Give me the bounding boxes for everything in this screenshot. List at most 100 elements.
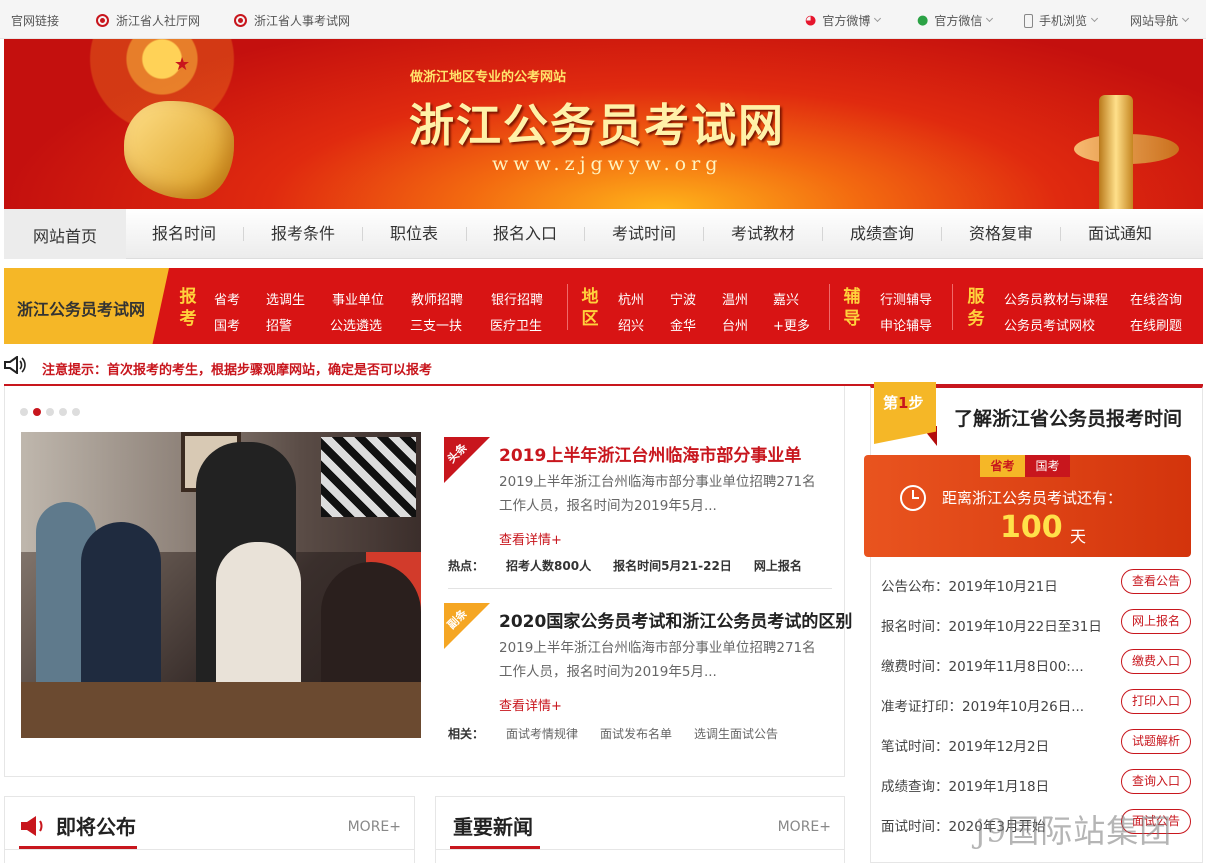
print-button[interactable]: 打印入口 [1121,689,1191,714]
weibo-icon: ◕ [805,13,817,28]
hot-topics: 热点： 招考人数800人 报名时间5月21-22日 网上报名 [448,557,802,574]
nav-exam-time[interactable]: 考试时间 [595,209,693,259]
sub-title[interactable]: 2020国家公务员考试和浙江公务员考试的区别 [499,607,852,632]
tab-national[interactable]: 国考 [1025,455,1070,477]
answers-button[interactable]: 试题解析 [1121,729,1191,754]
related-item[interactable]: 面试发布名单 [600,725,672,742]
quick-link[interactable]: 事业单位 [332,289,384,308]
news-more-link[interactable]: MORE+ [778,819,831,835]
carousel-dot[interactable] [20,408,28,416]
headline-more-link[interactable]: 查看详情+ [499,529,562,548]
nav-signup-entry[interactable]: 报名入口 [476,209,574,259]
photo-floor [21,682,421,738]
weibo-link[interactable]: ◕ 官方微博 [805,12,882,29]
nav-scores[interactable]: 成绩查询 [833,209,931,259]
nav-divider [1060,227,1061,241]
hot-item[interactable]: 报名时间5月21-22日 [613,557,732,574]
quick-link[interactable]: 三支一扶 [410,315,462,334]
quick-link-more[interactable]: +更多 [773,315,810,334]
nav-signup-time[interactable]: 报名时间 [135,209,233,259]
hot-item[interactable]: 招考人数800人 [506,557,591,574]
quick-links-bar: 浙江公务员考试网 报考 省考 选调生 事业单位 教师招聘 银行招聘 国考 招警 … [4,268,1203,344]
quick-link[interactable]: 温州 [722,289,748,308]
nav-interview[interactable]: 面试通知 [1071,209,1169,259]
quick-link[interactable]: 公务员考试网校 [1004,315,1095,334]
quick-link[interactable]: 教师招聘 [411,289,463,308]
related-item[interactable]: 选调生面试公告 [694,725,778,742]
phone-icon [1024,13,1033,28]
exam-schedule-panel: 第1步 了解浙江省公务员报考时间 省考 国考 距离浙江公务员考试还有： 100 … [864,382,1203,863]
countdown-label: 距离浙江公务员考试还有： [942,489,1123,507]
quick-link[interactable]: 宁波 [670,289,696,308]
quick-link[interactable]: 国考 [214,315,240,334]
related-item[interactable]: 面试考情规律 [506,725,578,742]
nav-divider [822,227,823,241]
payment-button[interactable]: 缴费入口 [1121,649,1191,674]
quick-link[interactable]: 公选遴选 [330,315,382,334]
headline-title[interactable]: 2019上半年浙江台州临海市部分事业单 [499,441,801,466]
quick-link[interactable]: 绍兴 [618,315,644,334]
sub-badge: 副条 [444,603,490,649]
quick-link[interactable]: 选调生 [266,289,305,308]
quick-link[interactable]: 申论辅导 [880,315,932,334]
quick-divider [829,284,830,330]
news-title: 重要新闻 [453,815,533,839]
category-apply: 报考 [179,287,197,329]
quick-link[interactable]: 医疗卫生 [490,315,542,334]
link-hrss[interactable]: 浙江省人社厅网 [96,12,200,29]
countdown-unit: 天 [1070,527,1087,546]
view-notice-button[interactable]: 查看公告 [1121,569,1191,594]
link-exam-site[interactable]: 浙江省人事考试网 [234,12,350,29]
nav-positions[interactable]: 职位表 [372,209,456,259]
mobile-link[interactable]: 手机浏览 [1024,12,1099,29]
quick-link[interactable]: 金华 [670,315,696,334]
news-box: 重要新闻 MORE+ [435,796,845,863]
box-divider [436,849,844,850]
hot-item[interactable]: 网上报名 [754,557,802,574]
sub-more-link[interactable]: 查看详情+ [499,695,562,714]
quick-link[interactable]: 银行招聘 [491,289,543,308]
carousel-photo[interactable] [21,432,421,738]
site-logo-title[interactable]: 浙江公务员考试网 [409,89,785,154]
carousel-dot[interactable] [59,408,67,416]
quick-link[interactable]: 台州 [722,315,748,334]
panel-title: 了解浙江省公务员报考时间 [954,408,1183,430]
chevron-down-icon [874,14,882,23]
notice-text: 注意提示：首次报考的考生，根据步骤观摩网站，确定是否可以报考 [42,363,433,378]
quick-link[interactable]: 嘉兴 [773,289,799,308]
box-divider [5,849,414,850]
banner-slogan: 做浙江地区专业的公考网站 [410,70,567,85]
query-button[interactable]: 查询入口 [1121,769,1191,794]
category-region: 地区 [581,287,599,329]
online-signup-button[interactable]: 网上报名 [1121,609,1191,634]
sub-summary: 2019上半年浙江台州临海市部分事业单位招聘271名工作人员，报名时间为2019… [499,640,816,680]
nav-textbooks[interactable]: 考试教材 [714,209,812,259]
headline-badge: 头条 [444,437,490,483]
quick-link[interactable]: 行测辅导 [880,289,932,308]
nav-requirements[interactable]: 报考条件 [254,209,352,259]
quick-link[interactable]: 省考 [214,289,240,308]
quick-link[interactable]: 公务员教材与课程 [1004,289,1108,308]
nav-divider [243,227,244,241]
chevron-down-icon [1090,14,1099,23]
carousel-dot[interactable] [72,408,80,416]
related-links: 相关： 面试考情规律 面试发布名单 选调生面试公告 [448,725,779,742]
quick-link[interactable]: 在线咨询 [1130,289,1182,308]
nav-qualification[interactable]: 资格复审 [952,209,1050,259]
notice-bar: 注意提示：首次报考的考生，根据步骤观摩网站，确定是否可以报考 [4,352,1203,386]
countdown-days: 100 [1000,510,1063,545]
zhejiang-map-decoration [124,101,234,199]
quick-link[interactable]: 在线刷题 [1130,315,1182,334]
quick-link[interactable]: 招警 [266,315,292,334]
site-nav-link[interactable]: 网站导航 [1130,12,1190,29]
emblem-icon [96,14,109,27]
carousel-dot[interactable] [46,408,54,416]
tab-provincial[interactable]: 省考 [980,455,1025,477]
upcoming-more-link[interactable]: MORE+ [348,819,401,835]
wechat-link[interactable]: ● 官方微信 [917,12,994,29]
nav-home[interactable]: 网站首页 [4,209,126,259]
quick-link[interactable]: 杭州 [618,289,644,308]
star-icon: ★ [174,54,191,75]
nav-divider [941,227,942,241]
carousel-dot-active[interactable] [33,408,41,416]
